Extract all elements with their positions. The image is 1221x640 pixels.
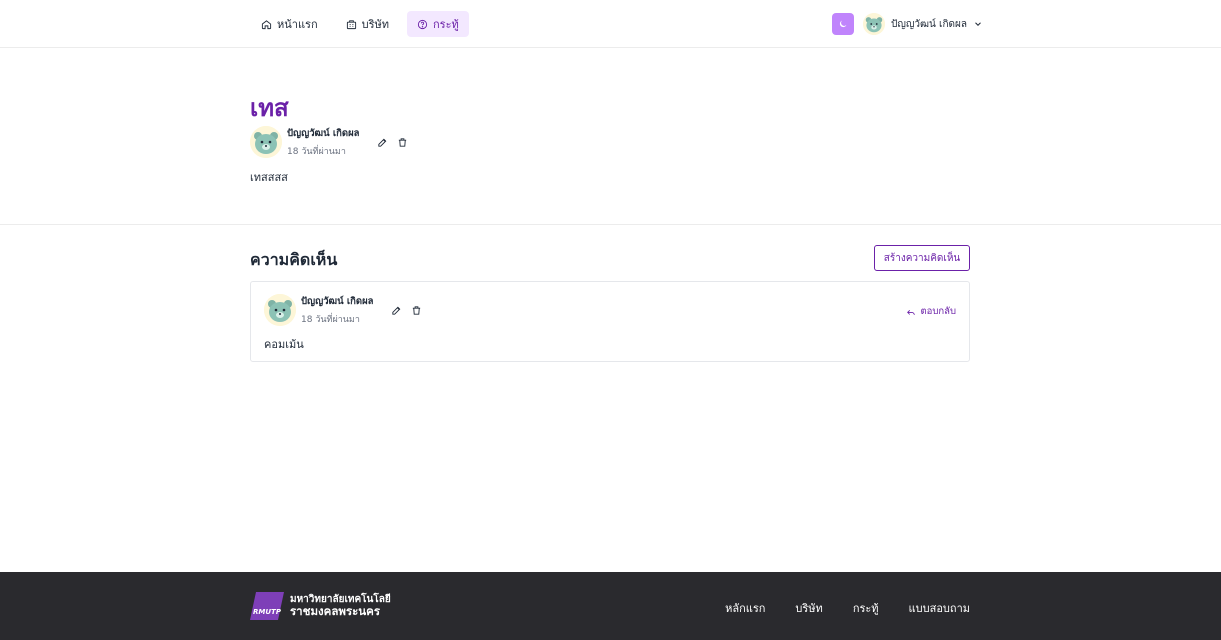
theme-toggle-button[interactable] xyxy=(832,13,854,35)
footer-links: หลักแรก บริษัท กระทู้ แบบสอบถาม xyxy=(725,599,970,617)
footer-link-forum[interactable]: กระทู้ xyxy=(853,599,879,617)
create-comment-button[interactable]: สร้างความคิดเห็น xyxy=(874,245,970,271)
comments-title: ความคิดเห็น xyxy=(250,250,338,269)
pencil-icon xyxy=(392,306,401,315)
nav-company-label: บริษัท xyxy=(361,18,390,31)
logo-text: มหาวิทยาลัยเทคโนโลยี ราชมงคลพระนคร xyxy=(290,594,391,619)
comment-author-name: ปัญญวัฒน์ เกิดผล xyxy=(301,296,374,307)
avatar xyxy=(264,294,296,326)
pencil-icon xyxy=(378,138,387,147)
avatar xyxy=(863,13,885,35)
avatar xyxy=(250,126,282,158)
footer: RMUTP มหาวิทยาลัยเทคโนโลยี ราชมงคลพระนคร… xyxy=(0,572,1221,640)
question-icon xyxy=(417,19,428,29)
logo-line-2: ราชมงคลพระนคร xyxy=(290,604,381,619)
nav-home[interactable]: หน้าแรก xyxy=(251,11,328,37)
logo-abbr: RMUTP xyxy=(253,608,282,616)
bear-avatar-icon xyxy=(863,13,885,35)
building-icon xyxy=(346,19,356,29)
comment-body: คอมเม้น xyxy=(264,338,304,351)
top-navbar: หน้าแรก บริษัท กระทู้ ปัญญวัฒน์ เกิดผล xyxy=(0,0,1221,48)
comment-time: 18 วันที่ผ่านมา xyxy=(301,315,360,325)
reply-button[interactable]: ตอบกลับ xyxy=(906,304,956,319)
comment-meta: ปัญญวัฒน์ เกิดผล 18 วันที่ผ่านมา xyxy=(301,294,374,326)
footer-link-survey[interactable]: แบบสอบถาม xyxy=(909,599,970,617)
comment-card: ปัญญวัฒน์ เกิดผล 18 วันที่ผ่านมา ตอบกลับ… xyxy=(250,281,970,362)
post-time: 18 วันที่ผ่านมา xyxy=(287,147,346,157)
bear-avatar-icon xyxy=(264,294,296,326)
post-title: เทส xyxy=(250,94,289,122)
edit-comment-button[interactable] xyxy=(390,303,404,317)
comment-author: ปัญญวัฒน์ เกิดผล 18 วันที่ผ่านมา xyxy=(264,294,424,326)
chevron-down-icon xyxy=(975,22,981,26)
home-icon xyxy=(261,19,272,29)
post-author-name: ปัญญวัฒน์ เกิดผล xyxy=(287,128,360,139)
delete-comment-button[interactable] xyxy=(410,303,424,317)
post-author: ปัญญวัฒน์ เกิดผล 18 วันที่ผ่านมา xyxy=(250,126,410,158)
university-logo[interactable]: RMUTP มหาวิทยาลัยเทคโนโลยี ราชมงคลพระนคร xyxy=(250,592,391,620)
user-name: ปัญญวัฒน์ เกิดผล xyxy=(891,18,968,30)
bear-avatar-icon xyxy=(250,126,282,158)
footer-link-home[interactable]: หลักแรก xyxy=(725,599,765,617)
rmutp-logo-icon: RMUTP xyxy=(250,592,284,620)
post-body: เทสสสส xyxy=(250,171,288,184)
nav-home-label: หน้าแรก xyxy=(277,18,318,31)
moon-icon xyxy=(839,20,847,28)
nav-forum-label: กระทู้ xyxy=(433,18,459,31)
user-menu[interactable]: ปัญญวัฒน์ เกิดผล xyxy=(863,13,983,35)
footer-link-company[interactable]: บริษัท xyxy=(795,599,822,617)
edit-post-button[interactable] xyxy=(376,135,390,149)
nav-forum[interactable]: กระทู้ xyxy=(407,11,469,37)
nav-company[interactable]: บริษัท xyxy=(336,11,399,37)
trash-icon xyxy=(412,305,421,315)
reply-icon xyxy=(907,309,916,315)
delete-post-button[interactable] xyxy=(396,135,410,149)
reply-label: ตอบกลับ xyxy=(920,306,956,317)
main-nav: หน้าแรก บริษัท กระทู้ xyxy=(251,11,469,37)
post-meta: ปัญญวัฒน์ เกิดผล 18 วันที่ผ่านมา xyxy=(287,126,360,158)
section-divider xyxy=(0,224,1221,225)
trash-icon xyxy=(398,137,407,147)
